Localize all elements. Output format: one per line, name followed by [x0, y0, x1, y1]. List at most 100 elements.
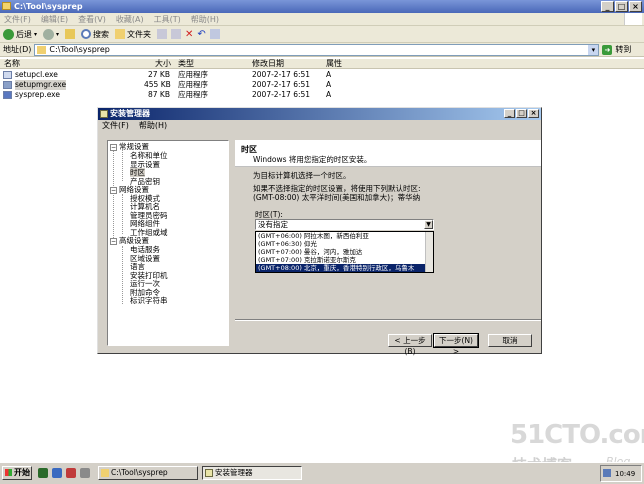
views-icon[interactable] — [209, 29, 220, 39]
task-label: 安装管理器 — [215, 468, 253, 477]
column-name[interactable]: 名称 — [4, 59, 20, 69]
delete-icon[interactable]: ✕ — [185, 29, 193, 40]
dialog-menu-file[interactable]: 文件(F) — [102, 120, 129, 131]
timezone-option[interactable]: (GMT+06:00) 阿拉木图，新西伯利亚 — [256, 232, 433, 240]
dialog-menu-help[interactable]: 帮助(H) — [139, 120, 167, 131]
forward-button[interactable]: ▾ — [43, 28, 60, 40]
file-row[interactable]: setupmgr.exe 455 KB 应用程序 2007-2-17 6:51 … — [0, 80, 400, 90]
menu-tools[interactable]: 工具(T) — [154, 13, 181, 25]
chevron-down-icon[interactable]: ▼ — [424, 220, 433, 229]
folder-icon — [101, 469, 109, 477]
menu-favorites[interactable]: 收藏(A) — [116, 13, 144, 25]
setup-manager-dialog: 安装管理器 _ □ × 文件(F) 帮助(H) − 常规设置 名称和单位 显示设置… — [97, 107, 542, 356]
watermark-site: 51CTO.com — [510, 420, 644, 450]
folder-icon — [2, 2, 11, 10]
timezone-dropdown-list[interactable]: (GMT+06:00) 阿拉木图，新西伯利亚 (GMT+06:30) 仰光 (G… — [255, 231, 434, 273]
exe-file-icon — [3, 81, 12, 89]
dialog-close-button[interactable]: × — [528, 109, 539, 118]
exe-file-icon — [3, 71, 12, 79]
file-modified: 2007-2-17 6:51 — [252, 90, 311, 99]
dialog-menubar: 文件(F) 帮助(H) — [98, 120, 541, 131]
start-button[interactable]: 开始 — [2, 466, 32, 480]
explorer-title: C:\Tool\sysprep — [14, 2, 83, 11]
copy-to-icon[interactable] — [171, 29, 182, 39]
go-arrow-icon[interactable]: ➜ — [602, 44, 613, 55]
dialog-title: 安装管理器 — [110, 109, 150, 118]
chevron-down-icon[interactable]: ▾ — [588, 44, 599, 55]
timezone-select[interactable]: 没有指定 ▼ — [255, 219, 434, 230]
collapse-icon[interactable]: − — [110, 143, 117, 151]
collapse-icon[interactable]: − — [110, 186, 117, 194]
chevron-down-icon: ▾ — [56, 30, 60, 38]
timezone-selected-value: 没有指定 — [258, 220, 288, 229]
file-row[interactable]: setupcl.exe 27 KB 应用程序 2007-2-17 6:51 A — [0, 70, 400, 80]
timezone-option-highlighted[interactable]: (GMT+08:00) 北京，重庆，香港特别行政区，乌鲁木 — [256, 264, 433, 272]
undo-icon[interactable]: ↶ — [197, 29, 205, 40]
folder-icon — [37, 45, 47, 54]
timezone-option[interactable]: (GMT+06:30) 仰光 — [256, 240, 433, 248]
explorer-toolbar: 后退 ▾ ▾ 搜索 文件夹 ✕ ↶ — [0, 26, 644, 43]
column-modified[interactable]: 修改日期 — [252, 59, 284, 69]
file-type: 应用程序 — [178, 90, 208, 99]
exe-file-icon — [3, 91, 12, 99]
dialog-title-bar[interactable]: 安装管理器 _ □ × — [98, 108, 541, 120]
setup-manager-icon — [100, 110, 108, 118]
menu-view[interactable]: 查看(V) — [78, 13, 106, 25]
column-type[interactable]: 类型 — [178, 59, 194, 69]
next-step-button[interactable]: 下一步(N) > — [433, 333, 479, 356]
collapse-icon[interactable]: − — [110, 237, 117, 245]
tree-group-advanced[interactable]: − 高级设置 — [110, 236, 149, 245]
maximize-button[interactable]: □ — [615, 1, 628, 12]
search-button[interactable]: 搜索 — [81, 29, 109, 40]
quicklaunch-app-icon[interactable] — [66, 468, 76, 478]
menu-help[interactable]: 帮助(H) — [191, 13, 219, 25]
folders-button[interactable]: 文件夹 — [115, 29, 151, 40]
address-value: C:\Tool\sysprep — [49, 45, 110, 54]
close-button[interactable]: × — [629, 1, 642, 12]
network-icon[interactable] — [603, 469, 611, 477]
file-size: 27 KB — [148, 70, 170, 79]
file-type: 应用程序 — [178, 80, 208, 89]
go-button[interactable]: 转到 — [615, 44, 631, 55]
taskbar: 开始 C:\Tool\sysprep 安装管理器 10:49 — [0, 462, 644, 484]
quicklaunch-app-icon[interactable] — [80, 468, 90, 478]
file-row[interactable]: sysprep.exe 87 KB 应用程序 2007-2-17 6:51 A — [0, 90, 400, 100]
file-modified: 2007-2-17 6:51 — [252, 80, 311, 89]
minimize-button[interactable]: _ — [601, 1, 614, 12]
timezone-option[interactable]: (GMT+07:00) 克拉斯诺亚尔斯克 — [256, 256, 433, 264]
column-attributes[interactable]: 属性 — [326, 59, 342, 69]
menu-file[interactable]: 文件(F) — [4, 13, 31, 25]
up-button[interactable] — [65, 29, 76, 39]
page-description: Windows 将用您指定的时区安装。 — [253, 155, 372, 164]
address-input[interactable]: C:\Tool\sysprep ▾ — [34, 43, 600, 56]
move-to-icon[interactable] — [157, 29, 168, 39]
back-button[interactable]: 后退 ▾ — [3, 28, 38, 40]
system-tray: 10:49 — [600, 465, 642, 482]
column-size[interactable]: 大小 — [155, 59, 171, 69]
explorer-title-bar[interactable]: C:\Tool\sysprep _ □ × — [0, 0, 644, 13]
back-step-button[interactable]: < 上一步(B) — [388, 334, 432, 356]
menu-edit[interactable]: 编辑(E) — [41, 13, 68, 25]
clock[interactable]: 10:49 — [615, 470, 635, 478]
show-desktop-icon[interactable] — [38, 468, 48, 478]
file-attr: A — [326, 80, 332, 89]
settings-tree: − 常规设置 名称和单位 显示设置 时区 产品密钥 − 网络设置 授权模式 计算机名… — [107, 140, 229, 346]
dialog-minimize-button[interactable]: _ — [504, 109, 515, 118]
address-label: 地址(D) — [3, 45, 32, 54]
default-note-line2: (GMT-08:00) 太平洋时间(美国和加拿大)；蒂华纳 — [253, 193, 421, 202]
cancel-button[interactable]: 取消 — [488, 334, 532, 347]
chevron-down-icon: ▾ — [34, 30, 38, 38]
file-modified: 2007-2-17 6:51 — [252, 70, 311, 79]
tree-group-general[interactable]: − 常规设置 — [110, 142, 149, 151]
file-name: setupmgr.exe — [15, 80, 67, 90]
file-type: 应用程序 — [178, 70, 208, 79]
task-setup-manager[interactable]: 安装管理器 — [202, 466, 302, 480]
dropdown-scrollbar[interactable] — [425, 232, 433, 272]
file-list-header: 名称 大小 类型 修改日期 属性 — [0, 59, 644, 69]
task-explorer[interactable]: C:\Tool\sysprep — [98, 466, 198, 480]
forward-arrow-icon — [43, 28, 55, 40]
timezone-option[interactable]: (GMT+07:00) 曼谷，河内，雅加达 — [256, 248, 433, 256]
tree-item[interactable]: 标识字符串 — [130, 296, 168, 305]
internet-explorer-icon[interactable] — [52, 468, 62, 478]
dialog-maximize-button[interactable]: □ — [516, 109, 527, 118]
